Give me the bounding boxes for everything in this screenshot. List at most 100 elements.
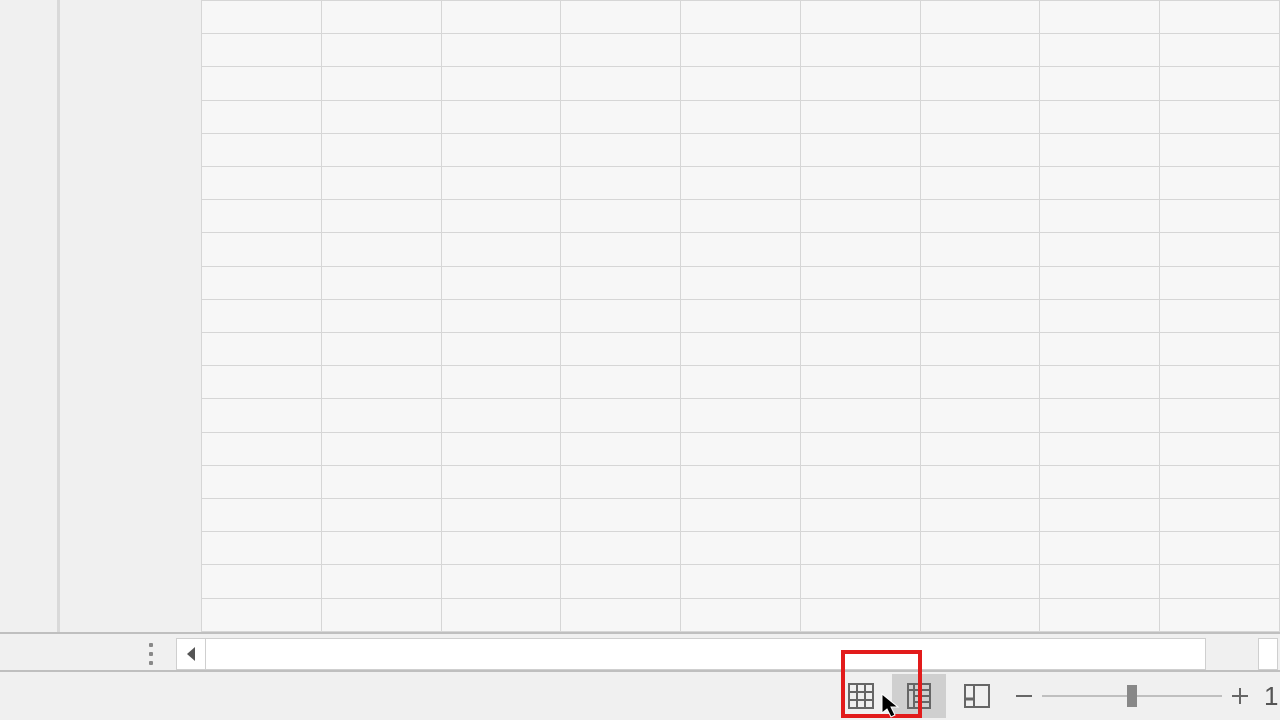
cell[interactable] bbox=[321, 366, 441, 399]
page-layout-view-button[interactable] bbox=[892, 674, 946, 718]
scroll-left-button[interactable] bbox=[176, 638, 206, 670]
cell[interactable] bbox=[1160, 432, 1280, 465]
cell[interactable] bbox=[800, 565, 920, 598]
cell[interactable] bbox=[1160, 465, 1280, 498]
cell[interactable] bbox=[202, 100, 322, 133]
cell[interactable] bbox=[920, 598, 1040, 631]
cell[interactable] bbox=[441, 266, 561, 299]
cell[interactable] bbox=[681, 333, 801, 366]
cell[interactable] bbox=[920, 565, 1040, 598]
cell[interactable] bbox=[561, 465, 681, 498]
cell[interactable] bbox=[800, 499, 920, 532]
cell[interactable] bbox=[441, 1, 561, 34]
cell[interactable] bbox=[321, 67, 441, 100]
cell[interactable] bbox=[1160, 532, 1280, 565]
cell[interactable] bbox=[800, 1, 920, 34]
cell[interactable] bbox=[321, 598, 441, 631]
cell[interactable] bbox=[1160, 100, 1280, 133]
cell[interactable] bbox=[1160, 399, 1280, 432]
cell[interactable] bbox=[441, 532, 561, 565]
cell[interactable] bbox=[561, 565, 681, 598]
cell[interactable] bbox=[681, 266, 801, 299]
cell[interactable] bbox=[800, 299, 920, 332]
cell[interactable] bbox=[1040, 67, 1160, 100]
cell[interactable] bbox=[561, 598, 681, 631]
cell[interactable] bbox=[681, 200, 801, 233]
cell[interactable] bbox=[920, 200, 1040, 233]
cell[interactable] bbox=[681, 532, 801, 565]
cell[interactable] bbox=[561, 366, 681, 399]
zoom-slider[interactable] bbox=[1042, 674, 1222, 718]
cell[interactable] bbox=[920, 67, 1040, 100]
horizontal-scrollbar-track[interactable] bbox=[206, 638, 1206, 670]
cell[interactable] bbox=[920, 266, 1040, 299]
cell[interactable] bbox=[920, 432, 1040, 465]
cell[interactable] bbox=[800, 465, 920, 498]
cell[interactable] bbox=[561, 1, 681, 34]
cell[interactable] bbox=[1160, 34, 1280, 67]
zoom-out-button[interactable] bbox=[1006, 674, 1042, 718]
cell[interactable] bbox=[441, 465, 561, 498]
cell[interactable] bbox=[441, 67, 561, 100]
cell[interactable] bbox=[1160, 333, 1280, 366]
cell[interactable] bbox=[561, 67, 681, 100]
cell[interactable] bbox=[441, 432, 561, 465]
cell[interactable] bbox=[561, 100, 681, 133]
cell[interactable] bbox=[321, 233, 441, 266]
cell[interactable] bbox=[202, 133, 322, 166]
cell[interactable] bbox=[441, 366, 561, 399]
cell[interactable] bbox=[321, 133, 441, 166]
cell[interactable] bbox=[920, 465, 1040, 498]
cell[interactable] bbox=[920, 100, 1040, 133]
cell[interactable] bbox=[321, 465, 441, 498]
zoom-value-label[interactable]: 1 bbox=[1258, 681, 1278, 712]
cell[interactable] bbox=[800, 532, 920, 565]
cell[interactable] bbox=[441, 233, 561, 266]
cell[interactable] bbox=[321, 266, 441, 299]
cell[interactable] bbox=[1040, 34, 1160, 67]
cell[interactable] bbox=[202, 167, 322, 200]
cell[interactable] bbox=[920, 333, 1040, 366]
cell[interactable] bbox=[920, 366, 1040, 399]
cell[interactable] bbox=[920, 299, 1040, 332]
cell[interactable] bbox=[561, 299, 681, 332]
cell[interactable] bbox=[202, 598, 322, 631]
cell[interactable] bbox=[202, 432, 322, 465]
cell[interactable] bbox=[920, 532, 1040, 565]
cell[interactable] bbox=[1160, 67, 1280, 100]
cell[interactable] bbox=[800, 333, 920, 366]
sheet-tab-drag-handle[interactable] bbox=[144, 640, 158, 668]
cell[interactable] bbox=[1040, 233, 1160, 266]
cell[interactable] bbox=[202, 34, 322, 67]
cell[interactable] bbox=[1040, 532, 1160, 565]
cell[interactable] bbox=[681, 366, 801, 399]
cell[interactable] bbox=[202, 266, 322, 299]
normal-view-button[interactable] bbox=[834, 674, 888, 718]
cell[interactable] bbox=[1160, 299, 1280, 332]
cell[interactable] bbox=[202, 299, 322, 332]
cell[interactable] bbox=[202, 333, 322, 366]
cell[interactable] bbox=[202, 399, 322, 432]
cell[interactable] bbox=[920, 233, 1040, 266]
cell[interactable] bbox=[1040, 432, 1160, 465]
cell[interactable] bbox=[800, 399, 920, 432]
cell[interactable] bbox=[441, 34, 561, 67]
cell[interactable] bbox=[561, 167, 681, 200]
cell[interactable] bbox=[202, 465, 322, 498]
zoom-in-button[interactable] bbox=[1222, 674, 1258, 718]
cell[interactable] bbox=[1040, 499, 1160, 532]
cell[interactable] bbox=[681, 133, 801, 166]
cell[interactable] bbox=[1040, 133, 1160, 166]
cell[interactable] bbox=[441, 598, 561, 631]
cell[interactable] bbox=[202, 67, 322, 100]
cell[interactable] bbox=[321, 399, 441, 432]
cell[interactable] bbox=[441, 167, 561, 200]
cell[interactable] bbox=[1160, 366, 1280, 399]
cell[interactable] bbox=[1160, 233, 1280, 266]
cell[interactable] bbox=[441, 565, 561, 598]
cell[interactable] bbox=[1160, 133, 1280, 166]
cell[interactable] bbox=[1160, 1, 1280, 34]
cell[interactable] bbox=[202, 499, 322, 532]
cell[interactable] bbox=[1040, 565, 1160, 598]
cell[interactable] bbox=[800, 67, 920, 100]
